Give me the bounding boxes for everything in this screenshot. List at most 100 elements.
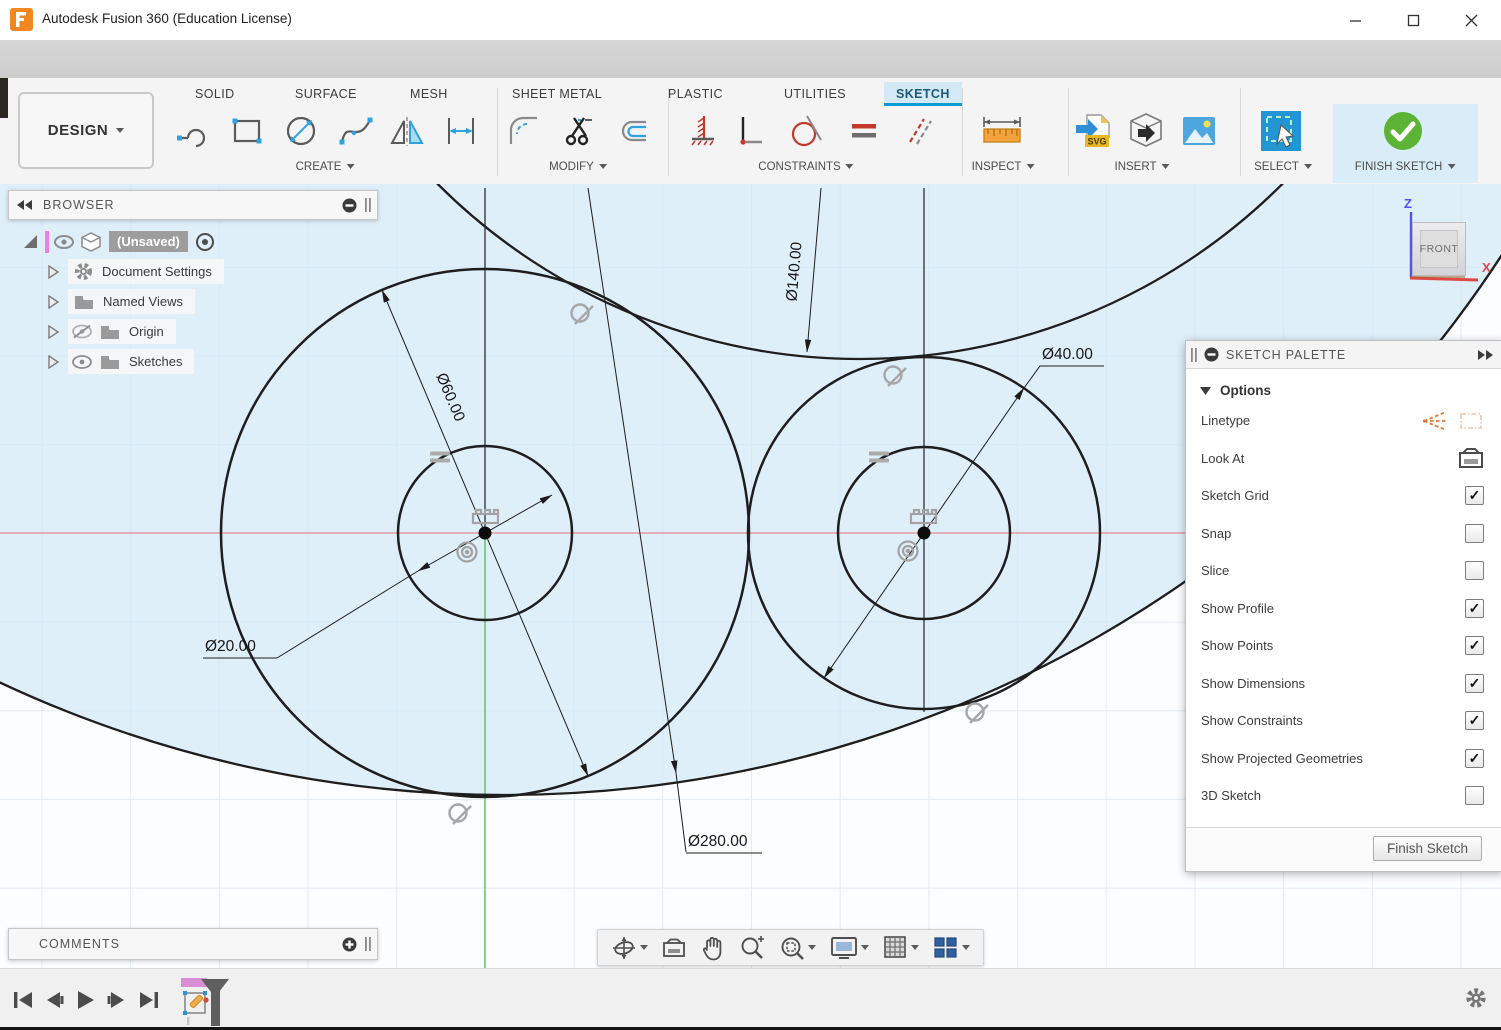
look-at-icon[interactable] [1458, 447, 1484, 469]
tab-mesh[interactable]: MESH [398, 82, 460, 106]
view-cube[interactable]: Z FRONT X [1398, 196, 1498, 301]
orbit-tool[interactable] [606, 935, 653, 961]
pan-tool[interactable] [696, 935, 730, 961]
centerline-linetype-icon[interactable] [1458, 410, 1484, 432]
root-document-label[interactable]: (Unsaved) [109, 231, 188, 252]
expand-root-icon[interactable] [22, 233, 39, 250]
maximize-button[interactable] [1390, 0, 1436, 40]
expand-panel-icon[interactable] [1478, 350, 1494, 360]
select-tool-icon[interactable] [1258, 106, 1304, 156]
close-button[interactable] [1448, 0, 1494, 40]
caret-down-icon[interactable] [808, 945, 816, 954]
tangent-constraint-badge[interactable] [967, 704, 989, 724]
timeline-go-to-end-button[interactable] [136, 987, 162, 1013]
grid-and-snaps[interactable] [878, 935, 924, 960]
arc-tool-icon[interactable] [170, 106, 216, 156]
show-dimensions-checkbox[interactable]: ✓ [1465, 674, 1484, 693]
dimension-280-label[interactable]: Ø280.00 [688, 833, 748, 850]
3d-sketch-checkbox[interactable]: ✓ [1465, 786, 1484, 805]
fillet-tool-icon[interactable] [501, 106, 547, 156]
minimize-button[interactable] [1332, 0, 1378, 40]
chevron-right-icon[interactable] [48, 265, 60, 279]
center-point-left[interactable] [479, 527, 492, 540]
show-profile-checkbox[interactable]: ✓ [1465, 599, 1484, 618]
tab-utilities[interactable]: UTILITIES [772, 82, 858, 106]
visibility-eye-icon[interactable] [72, 355, 92, 369]
zoom-tool[interactable] [734, 935, 770, 961]
finish-sketch-button[interactable]: Finish Sketch [1373, 836, 1482, 861]
look-at-tool[interactable] [657, 937, 692, 959]
fix-constraint-icon[interactable] [678, 106, 724, 156]
circle-tool-icon[interactable] [278, 106, 324, 156]
browser-header[interactable]: BROWSER [8, 190, 378, 220]
insert-mesh-icon[interactable] [1123, 106, 1169, 156]
caret-down-icon[interactable] [861, 945, 869, 954]
sketch-dimension-tool-icon[interactable] [438, 106, 484, 156]
vertical-horizontal-constraint-icon[interactable] [725, 106, 771, 156]
tangent-constraint-icon[interactable] [783, 106, 829, 156]
panel-minimize-icon[interactable] [342, 198, 357, 213]
insert-group-label[interactable]: INSERT [1115, 160, 1170, 173]
workspace-switcher[interactable]: DESIGN [18, 92, 154, 169]
timeline-settings-gear-icon[interactable] [1463, 985, 1489, 1011]
trim-tool-icon[interactable] [555, 106, 601, 156]
caret-down-icon[interactable] [962, 945, 970, 954]
select-group-label[interactable]: SELECT [1254, 160, 1312, 173]
viewports[interactable] [928, 936, 975, 960]
rectangle-tool-icon[interactable] [224, 106, 270, 156]
modify-group-label[interactable]: MODIFY [549, 160, 607, 173]
fit-tool[interactable] [774, 935, 821, 961]
activate-component-radio[interactable] [195, 232, 215, 252]
constraints-group-label[interactable]: CONSTRAINTS [758, 160, 853, 173]
show-constraints-checkbox[interactable]: ✓ [1465, 711, 1484, 730]
show-projected-geometries-checkbox[interactable]: ✓ [1465, 749, 1484, 768]
chevron-right-icon[interactable] [48, 355, 60, 369]
viewcube-face-label[interactable]: FRONT [1420, 230, 1458, 268]
snap-checkbox[interactable]: ✓ [1465, 524, 1484, 543]
panel-drag-handle[interactable] [363, 936, 373, 952]
display-settings[interactable] [825, 936, 874, 960]
spline-tool-icon[interactable] [333, 106, 379, 156]
inspect-group-label[interactable]: INSPECT [972, 160, 1035, 173]
sketch-palette-header[interactable]: SKETCH PALETTE [1186, 341, 1501, 369]
caret-down-icon[interactable] [640, 945, 648, 954]
chevron-right-icon[interactable] [48, 295, 60, 309]
parallel-constraint-icon[interactable] [896, 106, 942, 156]
slice-checkbox[interactable]: ✓ [1465, 561, 1484, 580]
tab-sketch[interactable]: SKETCH [884, 82, 962, 106]
tab-solid[interactable]: SOLID [183, 82, 247, 106]
browser-item-sketches[interactable]: Sketches [48, 349, 224, 374]
chevron-right-icon[interactable] [48, 325, 60, 339]
browser-item-origin[interactable]: Origin [48, 319, 224, 344]
timeline-sketch-feature[interactable] [179, 976, 233, 1026]
visibility-off-eye-icon[interactable] [72, 324, 92, 339]
comments-panel[interactable]: COMMENTS [8, 928, 378, 960]
timeline-step-back-button[interactable] [42, 987, 68, 1013]
sketch-grid-checkbox[interactable]: ✓ [1465, 486, 1484, 505]
browser-root-row[interactable]: (Unsaved) [22, 229, 224, 254]
sketch-canvas[interactable]: Ø60.00 Ø20.00 Ø140.00 Ø40.00 [0, 184, 1501, 1030]
center-point-right[interactable] [918, 527, 931, 540]
options-section-header[interactable]: Options [1200, 383, 1501, 398]
offset-tool-icon[interactable] [610, 106, 656, 156]
equal-constraint-icon[interactable] [841, 106, 887, 156]
browser-item-named-views[interactable]: Named Views [48, 289, 224, 314]
create-group-label[interactable]: CREATE [296, 160, 355, 173]
panel-drag-handle[interactable] [363, 197, 373, 213]
panel-minimize-icon[interactable] [1204, 347, 1219, 362]
tab-sheetmetal[interactable]: SHEET METAL [500, 82, 614, 106]
insert-svg-icon[interactable]: SVG [1070, 106, 1116, 156]
browser-item-document-settings[interactable]: Document Settings [48, 259, 224, 284]
finish-sketch-group-label[interactable]: FINISH SKETCH [1355, 160, 1456, 173]
timeline-step-forward-button[interactable] [103, 987, 129, 1013]
finish-sketch-icon[interactable] [1380, 106, 1426, 156]
visibility-eye-icon[interactable] [54, 235, 74, 249]
timeline-play-button[interactable] [72, 987, 98, 1013]
construction-linetype-icon[interactable] [1422, 409, 1448, 433]
dimension-40-label[interactable]: Ø40.00 [1042, 346, 1093, 363]
dimension-20-label[interactable]: Ø20.00 [205, 638, 256, 655]
timeline-go-to-start-button[interactable] [10, 987, 36, 1013]
tangent-constraint-badge[interactable] [450, 805, 472, 825]
show-points-checkbox[interactable]: ✓ [1465, 636, 1484, 655]
panel-drag-handle[interactable] [1190, 347, 1198, 363]
